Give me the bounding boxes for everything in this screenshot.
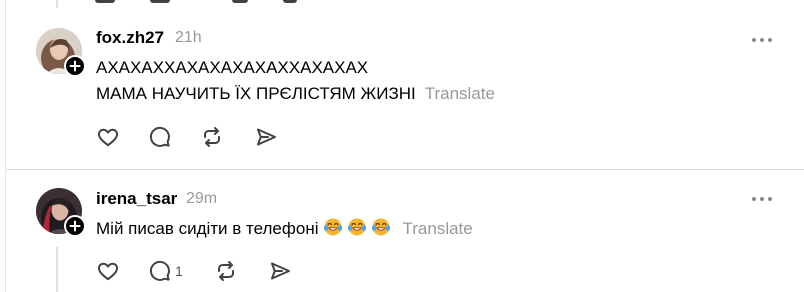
face-with-tears-of-joy-icon: [347, 218, 366, 236]
post-text: АХАХАХХАХАХАХАХАХХАХАХАХ МАМА НАУЧИТЬ ЇХ…: [96, 55, 495, 107]
comment-icon: [149, 126, 170, 147]
reply-count: 1: [175, 263, 183, 279]
face-with-tears-of-joy-icon: [371, 218, 390, 236]
timestamp[interactable]: 29m: [186, 190, 217, 208]
thread-line: [56, 0, 58, 8]
post-actions: [96, 125, 284, 149]
thread-feed: fox.zh27 21h АХАХАХХАХАХАХАХАХХАХАХАХ МА…: [0, 0, 804, 292]
heart-icon: [98, 128, 118, 147]
post-text-line: АХАХАХХАХАХАХАХАХХАХАХАХ: [96, 58, 369, 77]
previous-post-edge: [0, 0, 804, 8]
plus-icon: [69, 60, 81, 72]
repost-button[interactable]: [214, 259, 268, 283]
send-icon-edge[interactable]: [283, 0, 297, 3]
repost-icon-edge[interactable]: [232, 0, 248, 3]
thread-line: [56, 247, 58, 292]
comment-icon: [149, 260, 170, 281]
like-icon-edge[interactable]: [95, 0, 115, 3]
post: irena_tsar 29m Мій писав сидіти в телефо…: [0, 181, 804, 292]
share-button[interactable]: [254, 125, 284, 149]
more-options-button[interactable]: [749, 36, 775, 44]
follow-button[interactable]: [64, 215, 86, 237]
send-icon: [257, 128, 276, 146]
translate-link[interactable]: Translate: [403, 219, 473, 238]
post-text: Мій писав сидіти в телефоні Translate: [96, 216, 473, 242]
avatar[interactable]: [36, 28, 86, 77]
follow-button[interactable]: [64, 55, 86, 77]
more-dots-icon: [752, 197, 756, 201]
send-icon: [271, 262, 290, 280]
repost-icon: [218, 261, 234, 281]
more-dots-icon: [752, 38, 756, 42]
comment-icon-edge[interactable]: [150, 0, 170, 3]
username[interactable]: fox.zh27: [96, 28, 164, 48]
reply-button[interactable]: 1: [148, 259, 214, 283]
avatar[interactable]: [36, 188, 86, 237]
like-button[interactable]: [96, 259, 148, 283]
heart-icon: [98, 262, 118, 281]
username[interactable]: irena_tsar: [96, 189, 177, 209]
post-divider: [6, 169, 804, 170]
post: fox.zh27 21h АХАХАХХАХАХАХАХАХХАХАХАХ МА…: [0, 18, 804, 168]
reply-button[interactable]: [148, 125, 200, 149]
like-button[interactable]: [96, 125, 148, 149]
repost-icon: [204, 127, 220, 147]
post-actions: 1: [96, 259, 298, 283]
more-options-button[interactable]: [749, 195, 775, 203]
face-with-tears-of-joy-icon: [323, 218, 342, 236]
timestamp[interactable]: 21h: [175, 29, 202, 47]
share-button[interactable]: [268, 259, 298, 283]
translate-link[interactable]: Translate: [425, 84, 495, 103]
post-text-line: Мій писав сидіти в телефоні: [96, 219, 319, 238]
plus-icon: [69, 220, 81, 232]
laughing-emoji-group: [319, 218, 391, 238]
repost-button[interactable]: [200, 125, 254, 149]
post-text-line: МАМА НАУЧИТЬ ЇХ ПРЄЛІСТЯМ ЖИЗНІ: [96, 84, 416, 103]
